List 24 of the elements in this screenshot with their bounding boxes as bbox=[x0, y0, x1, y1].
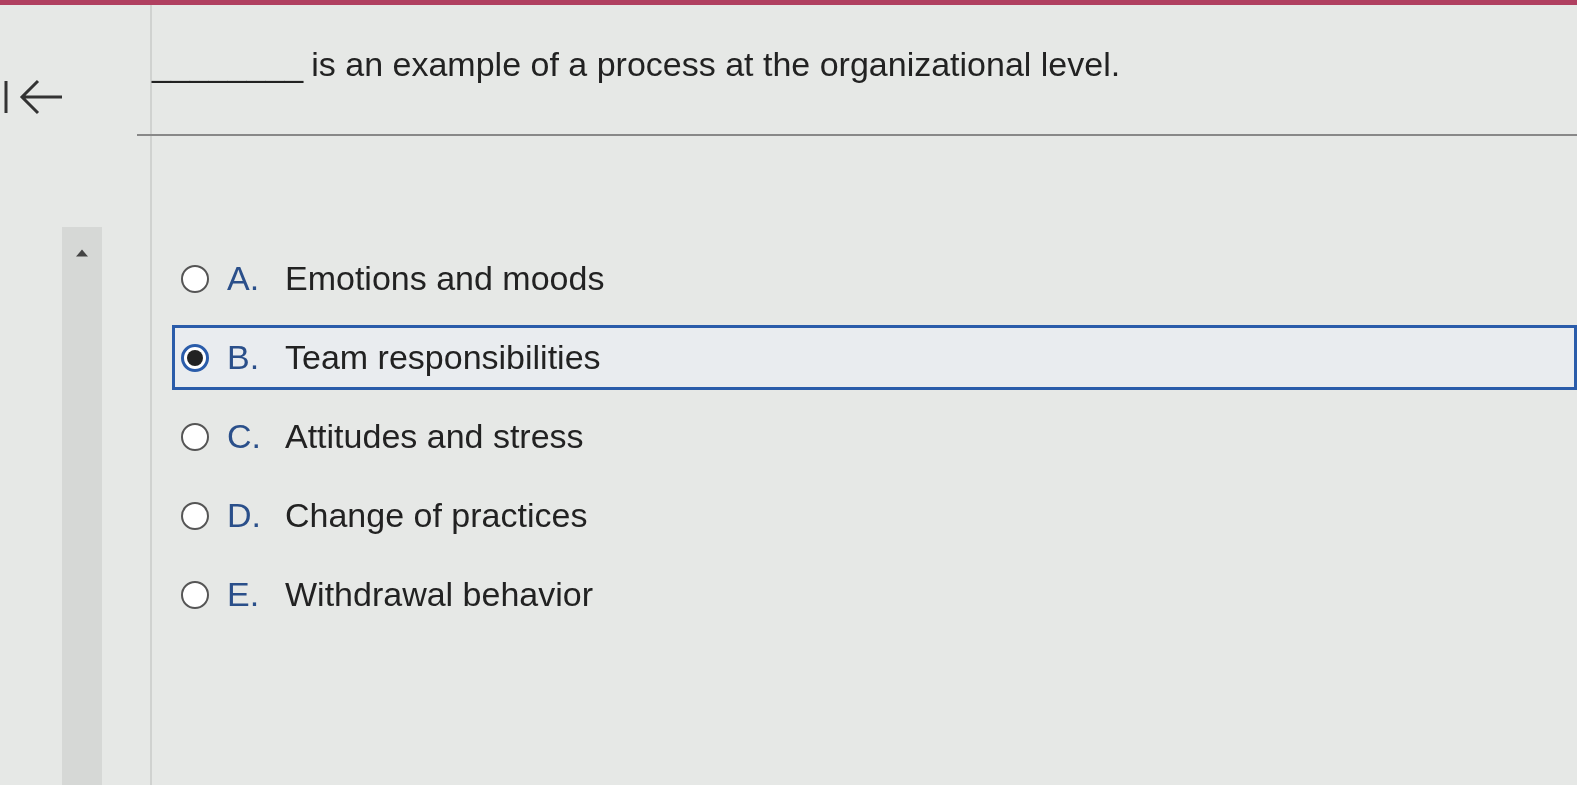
option-label: Change of practices bbox=[285, 496, 588, 535]
answer-option[interactable]: C. Attitudes and stress bbox=[172, 404, 1577, 469]
option-label: Team responsibilities bbox=[285, 338, 601, 377]
option-label: Attitudes and stress bbox=[285, 417, 584, 456]
answer-option[interactable]: E. Withdrawal behavior bbox=[172, 562, 1577, 627]
scrollbar[interactable] bbox=[62, 227, 102, 785]
option-label: Withdrawal behavior bbox=[285, 575, 594, 614]
answer-option[interactable]: D. Change of practices bbox=[172, 483, 1577, 548]
option-letter: E. bbox=[227, 575, 261, 614]
answer-blank: ________ bbox=[152, 45, 304, 84]
option-letter: B. bbox=[227, 338, 261, 377]
answer-option[interactable]: B. Team responsibilities bbox=[172, 325, 1577, 390]
option-letter: C. bbox=[227, 417, 262, 456]
radio-button[interactable] bbox=[181, 343, 209, 372]
answer-option[interactable]: A. Emotions and moods bbox=[172, 246, 1577, 311]
radio-button[interactable] bbox=[181, 264, 209, 293]
option-label: Emotions and moods bbox=[285, 259, 605, 298]
question-text: is an example of a process at the organizational level. bbox=[311, 45, 1121, 84]
option-letter: D. bbox=[227, 496, 262, 535]
radio-button[interactable] bbox=[181, 501, 209, 530]
radio-button[interactable] bbox=[181, 580, 209, 609]
radio-button[interactable] bbox=[181, 422, 209, 451]
option-letter: A. bbox=[227, 259, 261, 298]
scroll-up-icon[interactable] bbox=[76, 249, 88, 257]
